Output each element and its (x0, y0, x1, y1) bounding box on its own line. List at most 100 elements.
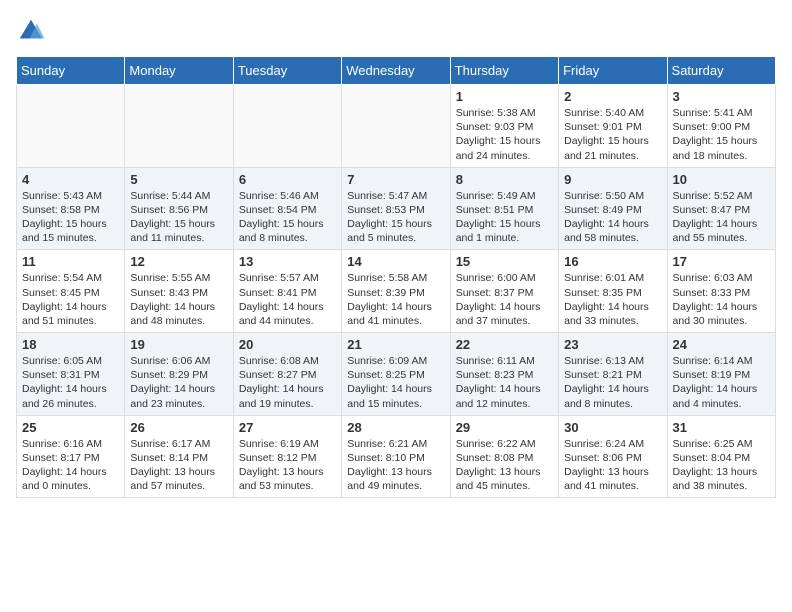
calendar-cell: 2Sunrise: 5:40 AMSunset: 9:01 PMDaylight… (559, 85, 667, 168)
day-number: 1 (456, 89, 553, 104)
day-number: 16 (564, 254, 661, 269)
day-info: Sunrise: 6:13 AMSunset: 8:21 PMDaylight:… (564, 354, 661, 411)
day-info: Sunrise: 6:06 AMSunset: 8:29 PMDaylight:… (130, 354, 227, 411)
sunrise-text: Sunrise: 6:19 AM (239, 438, 319, 450)
day-info: Sunrise: 6:14 AMSunset: 8:19 PMDaylight:… (673, 354, 770, 411)
calendar-header-row: SundayMondayTuesdayWednesdayThursdayFrid… (17, 57, 776, 85)
calendar-cell (17, 85, 125, 168)
day-info: Sunrise: 5:54 AMSunset: 8:45 PMDaylight:… (22, 271, 119, 328)
sunrise-text: Sunrise: 5:46 AM (239, 190, 319, 202)
calendar-cell: 10Sunrise: 5:52 AMSunset: 8:47 PMDayligh… (667, 167, 775, 250)
day-info: Sunrise: 5:52 AMSunset: 8:47 PMDaylight:… (673, 189, 770, 246)
sunset-text: Sunset: 8:06 PM (564, 452, 642, 464)
sunset-text: Sunset: 8:43 PM (130, 287, 208, 299)
sunset-text: Sunset: 8:37 PM (456, 287, 534, 299)
sunrise-text: Sunrise: 6:14 AM (673, 355, 753, 367)
sunrise-text: Sunrise: 6:08 AM (239, 355, 319, 367)
calendar-cell: 7Sunrise: 5:47 AMSunset: 8:53 PMDaylight… (342, 167, 450, 250)
sunrise-text: Sunrise: 5:47 AM (347, 190, 427, 202)
sunrise-text: Sunrise: 6:05 AM (22, 355, 102, 367)
sunrise-text: Sunrise: 5:50 AM (564, 190, 644, 202)
daylight-text: Daylight: 15 hours and 5 minutes. (347, 218, 432, 244)
day-number: 19 (130, 337, 227, 352)
calendar-header-wednesday: Wednesday (342, 57, 450, 85)
sunrise-text: Sunrise: 5:44 AM (130, 190, 210, 202)
day-number: 14 (347, 254, 444, 269)
logo (16, 16, 50, 46)
calendar-cell: 16Sunrise: 6:01 AMSunset: 8:35 PMDayligh… (559, 250, 667, 333)
day-info: Sunrise: 5:57 AMSunset: 8:41 PMDaylight:… (239, 271, 336, 328)
sunrise-text: Sunrise: 5:49 AM (456, 190, 536, 202)
sunset-text: Sunset: 8:49 PM (564, 204, 642, 216)
day-number: 6 (239, 172, 336, 187)
sunset-text: Sunset: 8:54 PM (239, 204, 317, 216)
calendar-cell: 21Sunrise: 6:09 AMSunset: 8:25 PMDayligh… (342, 333, 450, 416)
day-number: 18 (22, 337, 119, 352)
calendar-cell: 31Sunrise: 6:25 AMSunset: 8:04 PMDayligh… (667, 415, 775, 498)
daylight-text: Daylight: 14 hours and 58 minutes. (564, 218, 649, 244)
calendar-header-saturday: Saturday (667, 57, 775, 85)
day-info: Sunrise: 6:25 AMSunset: 8:04 PMDaylight:… (673, 437, 770, 494)
day-number: 15 (456, 254, 553, 269)
calendar-cell: 13Sunrise: 5:57 AMSunset: 8:41 PMDayligh… (233, 250, 341, 333)
daylight-text: Daylight: 15 hours and 8 minutes. (239, 218, 324, 244)
calendar-header-monday: Monday (125, 57, 233, 85)
sunset-text: Sunset: 8:33 PM (673, 287, 751, 299)
sunset-text: Sunset: 8:58 PM (22, 204, 100, 216)
sunrise-text: Sunrise: 6:24 AM (564, 438, 644, 450)
calendar-cell: 3Sunrise: 5:41 AMSunset: 9:00 PMDaylight… (667, 85, 775, 168)
day-info: Sunrise: 6:16 AM Sunset: 8:17 PM Daylight:… (22, 437, 119, 494)
sunset-text: Sunset: 8:47 PM (673, 204, 751, 216)
day-info: Sunrise: 5:46 AM Sunset: 8:54 PM Daylight:… (239, 189, 336, 246)
sunrise-text: Sunrise: 5:41 AM (673, 107, 753, 119)
calendar-week-row: 18Sunrise: 6:05 AMSunset: 8:31 PMDayligh… (17, 333, 776, 416)
sunrise-text: Sunrise: 6:25 AM (673, 438, 753, 450)
calendar-cell: 29 Sunrise: 6:22 AMSunset: 8:08 PMDayligh… (450, 415, 558, 498)
calendar-cell: 11Sunrise: 5:54 AMSunset: 8:45 PMDayligh… (17, 250, 125, 333)
calendar-cell: 1Sunrise: 5:38 AMSunset: 9:03 PMDaylight… (450, 85, 558, 168)
calendar-week-row: 4Sunrise: 5:43 AMSunset: 8:58 PMDaylight… (17, 167, 776, 250)
daylight-text: Daylight: 14 hours and 37 minutes. (456, 301, 541, 327)
daylight-text: Daylight: 14 hours and 19 minutes. (239, 383, 324, 409)
sunset-text: Sunset: 8:23 PM (456, 369, 534, 381)
day-number: 9 (564, 172, 661, 187)
daylight-text: Daylight: 14 hours and 0 minutes. (22, 466, 107, 492)
daylight-text: Daylight: 14 hours and 12 minutes. (456, 383, 541, 409)
sunrise-text: Sunrise: 5:57 AM (239, 272, 319, 284)
sunset-text: Sunset: 8:17 PM (22, 452, 100, 464)
daylight-text: Daylight: 14 hours and 48 minutes. (130, 301, 215, 327)
daylight-text: Daylight: 14 hours and 51 minutes. (22, 301, 107, 327)
calendar-cell: 27Sunrise: 6:19 AMSunset: 8:12 PMDayligh… (233, 415, 341, 498)
day-info: Sunrise: 6:24 AM Sunset: 8:06 PM Daylight:… (564, 437, 661, 494)
day-info: Sunrise: 5:43 AM Sunset: 8:58 PM Daylight:… (22, 189, 119, 246)
calendar-cell: 6 Sunrise: 5:46 AM Sunset: 8:54 PM Daylight… (233, 167, 341, 250)
sunset-text: Sunset: 9:01 PM (564, 121, 642, 133)
calendar-cell: 5Sunrise: 5:44 AMSunset: 8:56 PMDaylight… (125, 167, 233, 250)
daylight-text: Daylight: 14 hours and 8 minutes. (564, 383, 649, 409)
daylight-text: Daylight: 15 hours and 18 minutes. (673, 135, 758, 161)
calendar-header-sunday: Sunday (17, 57, 125, 85)
sunrise-text: Sunrise: 6:22 AM (456, 438, 536, 450)
daylight-text: Daylight: 13 hours and 41 minutes. (564, 466, 649, 492)
day-info: Sunrise: 6:21 AMSunset: 8:10 PMDaylight:… (347, 437, 444, 494)
sunrise-text: Sunrise: 6:17 AM (130, 438, 210, 450)
daylight-text: Daylight: 15 hours and 15 minutes. (22, 218, 107, 244)
sunrise-text: Sunrise: 5:38 AM (456, 107, 536, 119)
day-number: 20 (239, 337, 336, 352)
sunset-text: Sunset: 8:41 PM (239, 287, 317, 299)
sunrise-text: Sunrise: 5:43 AM (22, 190, 102, 202)
sunset-text: Sunset: 8:53 PM (347, 204, 425, 216)
sunrise-text: Sunrise: 6:16 AM (22, 438, 102, 450)
calendar-cell: 15Sunrise: 6:00 AMSunset: 8:37 PMDayligh… (450, 250, 558, 333)
calendar-header-friday: Friday (559, 57, 667, 85)
day-info: Sunrise: 5:47 AM Sunset: 8:53 PM Daylight:… (347, 189, 444, 246)
day-number: 29 (456, 420, 553, 435)
calendar-cell: 25Sunrise: 6:16 AMSunset: 8:17 PMDayligh… (17, 415, 125, 498)
sunset-text: Sunset: 8:04 PM (673, 452, 751, 464)
sunset-text: Sunset: 8:39 PM (347, 287, 425, 299)
day-number: 3 (673, 89, 770, 104)
daylight-text: Daylight: 13 hours and 57 minutes. (130, 466, 215, 492)
day-info: Sunrise: 5:49 AMSunset: 8:51 PMDaylight:… (456, 189, 553, 246)
calendar-cell: 17Sunrise: 6:03 AMSunset: 8:33 PMDayligh… (667, 250, 775, 333)
day-info: Sunrise: 6:22 AMSunset: 8:08 PMDaylight:… (456, 437, 553, 494)
